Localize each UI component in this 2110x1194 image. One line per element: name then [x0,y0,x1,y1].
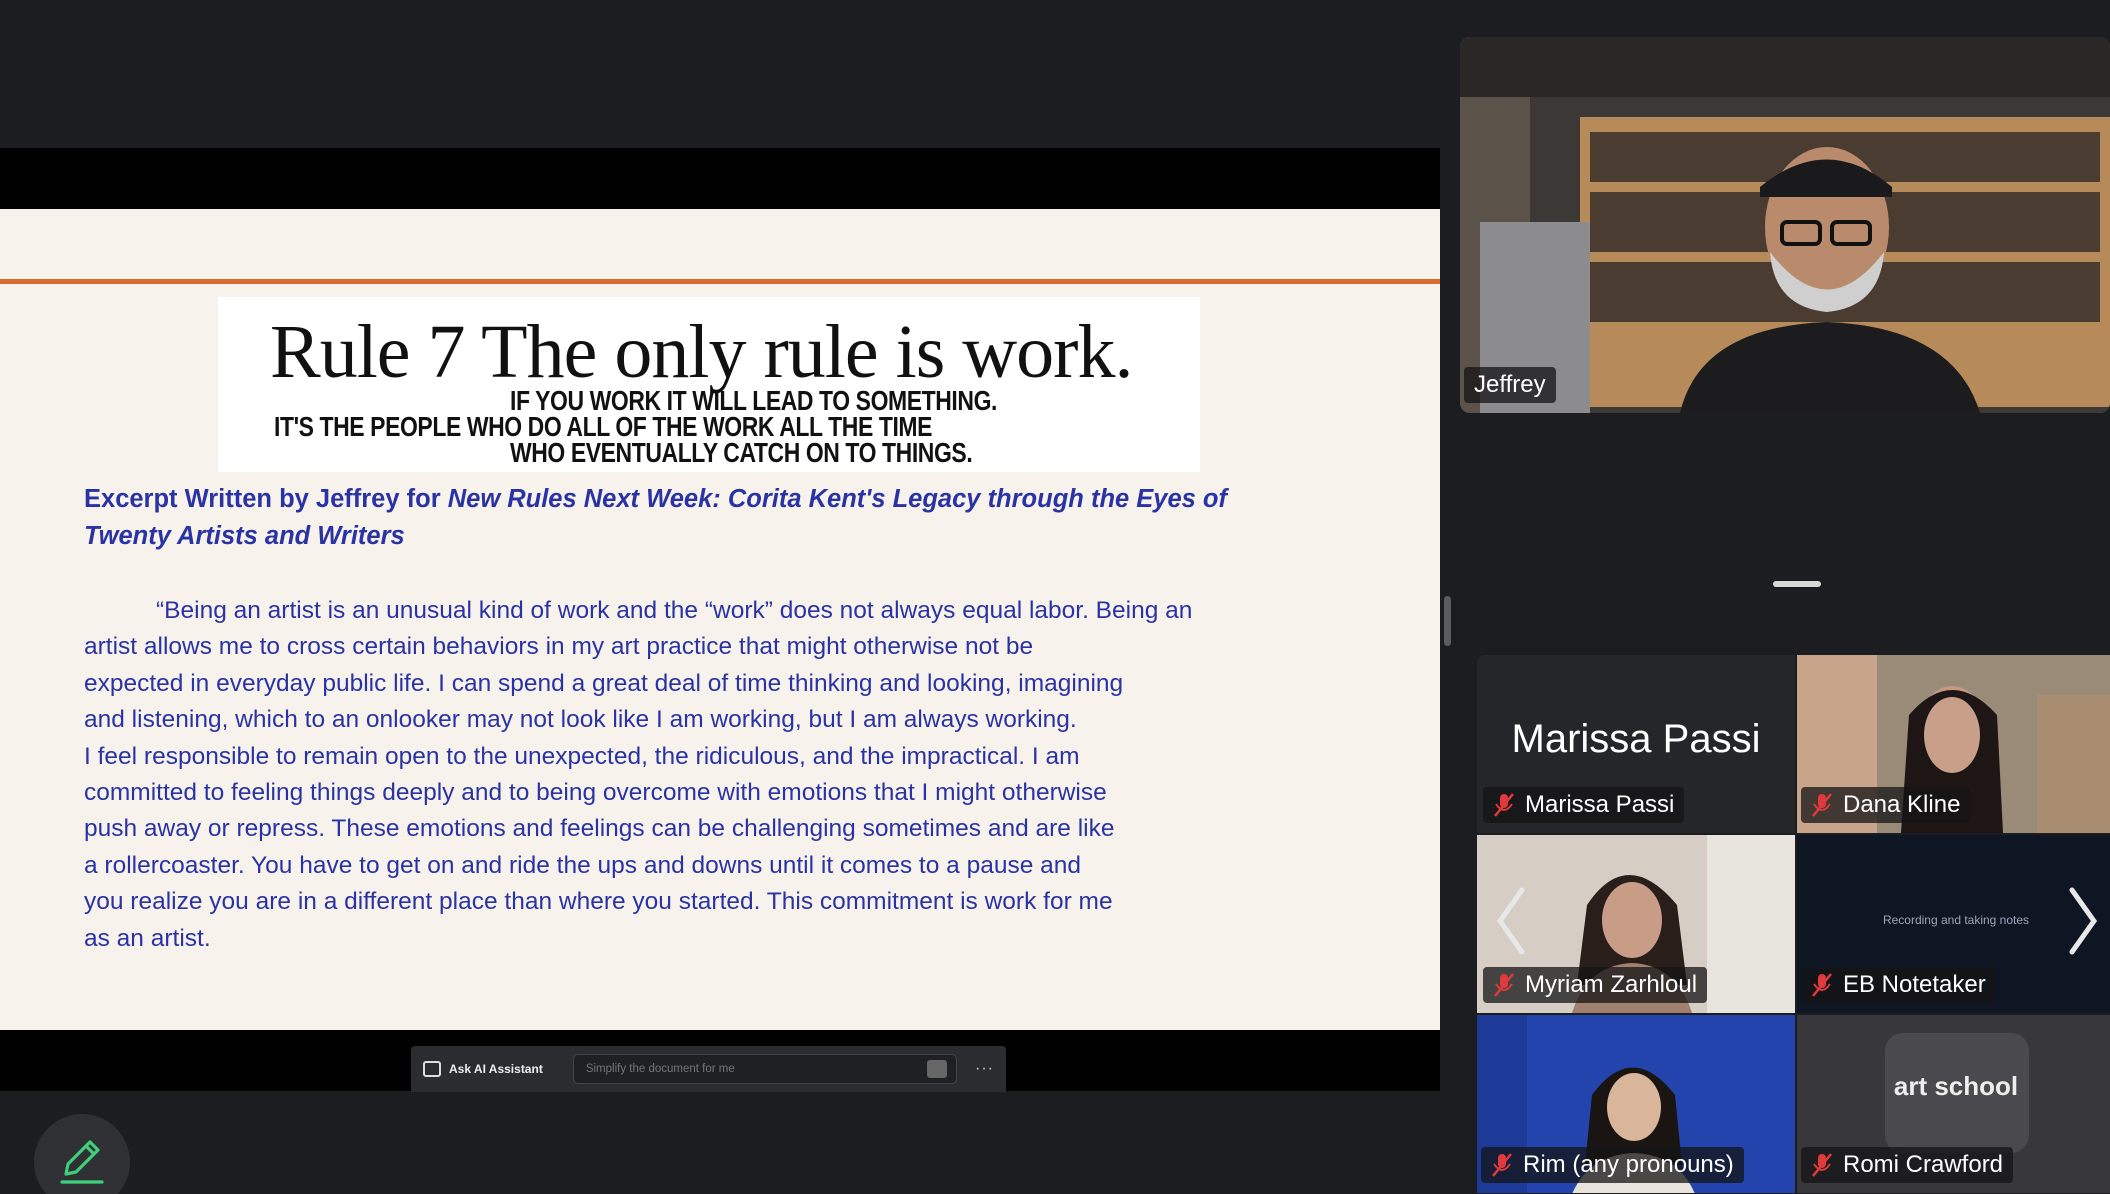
presentation-slide: Rule 7 The only rule is work. IF YOU WOR… [0,209,1440,1030]
mic-muted-icon [1812,973,1832,997]
participant-name: Marissa Passi [1525,791,1675,818]
participant-tile-dana-kline[interactable]: Dana Kline [1797,655,2110,833]
participant-name: Myriam Zarhloul [1525,971,1698,998]
participant-name-tag: Jeffrey [1464,367,1556,403]
rule-7-banner: Rule 7 The only rule is work. IF YOU WOR… [218,297,1200,472]
logo-text: art school [1893,1071,2019,1101]
participant-display-name: Marissa Passi [1511,717,1761,761]
mic-muted-icon [1492,1153,1512,1177]
participant-name: Rim (any pronouns) [1523,1151,1734,1178]
excerpt-line: artist allows me to cross certain behavi… [84,633,1034,661]
mic-muted-icon [1812,1153,1832,1177]
excerpt-line: committed to feeling things deeply and t… [84,779,1107,807]
excerpt-line: as an artist. [84,924,211,952]
excerpt-line: expected in everyday public life. I can … [84,669,1124,697]
participant-name: Jeffrey [1474,371,1546,398]
speaker-video-tile[interactable]: Jeffrey [1460,37,2110,413]
mic-muted-icon [1494,793,1514,817]
ai-prompt-input[interactable] [572,1054,958,1084]
chevron-right-icon[interactable] [2066,886,2100,956]
annotate-button[interactable] [34,1114,130,1194]
excerpt-heading-prefix: Excerpt Written by Jeffrey for [84,485,448,513]
shared-screen: Rule 7 The only rule is work. IF YOU WOR… [0,148,1440,1091]
participant-name-tag: Rim (any pronouns) [1481,1147,1744,1183]
participant-tile-rim[interactable]: Rim (any pronouns) [1477,1015,1795,1193]
participant-name: Dana Kline [1843,791,1961,818]
excerpt-line: a rollercoaster. You have to get on and … [84,851,1082,879]
slide-divider-line [0,279,1440,284]
panel-resize-handle[interactable] [1444,596,1451,646]
excerpt-line: you realize you are in a different place… [84,888,1113,916]
participant-name-tag: Dana Kline [1801,787,1971,823]
notetaker-status: Recording and taking notes [1882,913,2030,927]
ask-ai-assistant-button[interactable]: Ask AI Assistant [449,1062,543,1076]
excerpt-line: I feel responsible to remain open to the… [84,742,1080,770]
participant-tile-eb-notetaker[interactable]: Recording and taking notes EB Notetaker [1797,835,2110,1013]
excerpt-body: “Being an artist is an unusual kind of w… [84,593,1284,957]
gallery-resize-handle[interactable] [1773,581,1821,587]
ai-assistant-bar: Ask AI Assistant ··· [411,1046,1006,1092]
participant-name-tag: Myriam Zarhloul [1483,967,1708,1003]
participant-tile-romi-crawford[interactable]: art school Romi Crawford [1797,1015,2110,1193]
chevron-left-icon[interactable] [1494,886,1528,956]
excerpt-line: push away or repress. These emotions and… [84,815,1115,843]
participant-name-tag: Marissa Passi [1483,787,1685,823]
speaker-video-feed [1460,37,2110,413]
participant-tile-marissa-passi[interactable]: Marissa Passi Marissa Passi [1477,655,1795,833]
pencil-icon [60,1140,104,1184]
rule-subtitle-3: WHO EVENTUALLY CATCH ON TO THINGS. [510,437,973,468]
excerpt-line: and listening, which to an onlooker may … [84,706,1077,734]
participant-name: EB Notetaker [1843,971,1986,998]
participant-name-tag: EB Notetaker [1801,967,1996,1003]
send-icon[interactable] [927,1060,948,1078]
excerpt-line: “Being an artist is an unusual kind of w… [156,597,1193,624]
participant-name-tag: Romi Crawford [1801,1147,2014,1183]
more-options-button[interactable]: ··· [975,1060,994,1078]
participant-name: Romi Crawford [1843,1151,2004,1178]
ai-assistant-icon [423,1061,441,1077]
mic-muted-icon [1812,793,1832,817]
mic-muted-icon [1494,973,1514,997]
rule-title: Rule 7 The only rule is work. [270,310,1133,394]
excerpt-heading: Excerpt Written by Jeffrey for New Rules… [84,481,1304,555]
